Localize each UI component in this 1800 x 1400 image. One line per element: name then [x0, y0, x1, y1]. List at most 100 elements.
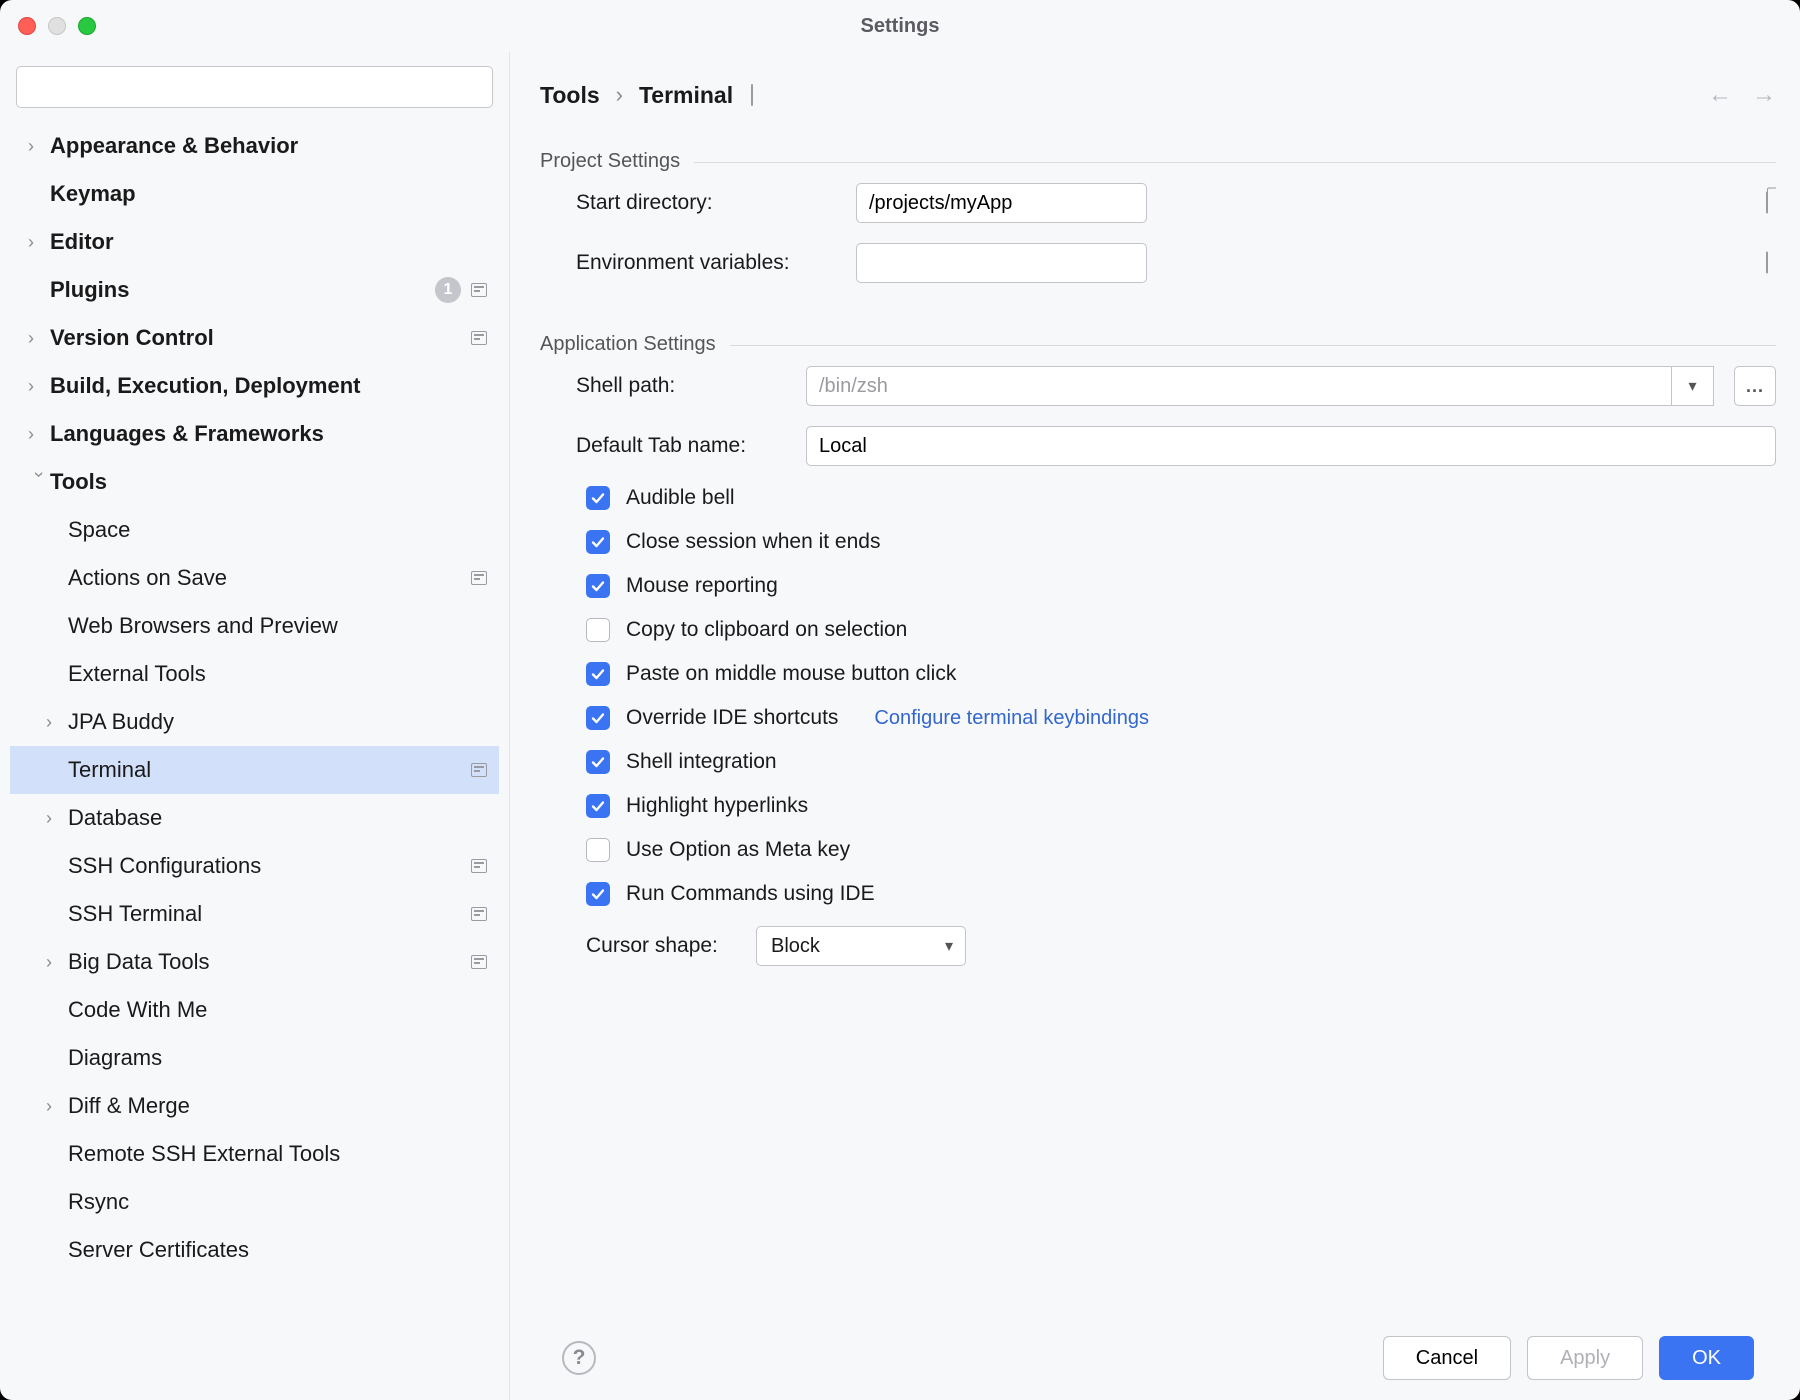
checkbox-row-shell-integration: Shell integration	[540, 740, 1776, 784]
checkbox-label: Close session when it ends	[626, 530, 880, 554]
checkbox-label: Highlight hyperlinks	[626, 794, 808, 818]
checkbox-label: Shell integration	[626, 750, 777, 774]
checkbox-shell-integration[interactable]	[586, 750, 610, 774]
chevron-right-icon: ›	[28, 232, 50, 253]
shell-path-dropdown[interactable]: ▾	[1672, 366, 1714, 406]
browse-button[interactable]: ...	[1734, 366, 1776, 406]
sidebar-item-plugins[interactable]: Plugins1	[10, 266, 499, 314]
sidebar: ›Appearance & Behavior Keymap ›Editor Pl…	[0, 52, 510, 1400]
window-title: Settings	[0, 15, 1800, 38]
sidebar-item-web-browsers[interactable]: Web Browsers and Preview	[10, 602, 499, 650]
breadcrumb-leaf: Terminal	[639, 82, 733, 109]
sidebar-item-diff-merge[interactable]: ›Diff & Merge	[10, 1082, 499, 1130]
sidebar-item-ssh-terminal[interactable]: SSH Terminal	[10, 890, 499, 938]
cursor-shape-select[interactable]: Block	[756, 926, 966, 966]
shell-path-input[interactable]	[806, 366, 1672, 406]
sidebar-item-rsync[interactable]: Rsync	[10, 1178, 499, 1226]
sidebar-item-space[interactable]: Space	[10, 506, 499, 554]
sidebar-item-external-tools[interactable]: External Tools	[10, 650, 499, 698]
checkbox-highlight-links[interactable]	[586, 794, 610, 818]
checkbox-label: Run Commands using IDE	[626, 882, 875, 906]
checkbox-audible-bell[interactable]	[586, 486, 610, 510]
checkbox-close-session[interactable]	[586, 530, 610, 554]
checkbox-run-ide[interactable]	[586, 882, 610, 906]
checkbox-label: Paste on middle mouse button click	[626, 662, 956, 686]
ok-button[interactable]: OK	[1659, 1336, 1754, 1380]
cancel-button[interactable]: Cancel	[1383, 1336, 1511, 1380]
checkbox-copy-clipboard[interactable]	[586, 618, 610, 642]
shell-path-label: Shell path:	[576, 374, 806, 398]
sidebar-item-tools[interactable]: ›Tools	[10, 458, 499, 506]
sidebar-item-version-control[interactable]: ›Version Control	[10, 314, 499, 362]
start-directory-input[interactable]	[856, 183, 1147, 223]
env-vars-input[interactable]	[856, 243, 1147, 283]
folder-icon[interactable]	[1766, 193, 1768, 214]
checkbox-row-highlight-links: Highlight hyperlinks	[540, 784, 1776, 828]
sidebar-item-editor[interactable]: ›Editor	[10, 218, 499, 266]
help-button[interactable]: ?	[562, 1341, 596, 1375]
project-indicator-icon	[471, 955, 487, 969]
sidebar-item-ssh-config[interactable]: SSH Configurations	[10, 842, 499, 890]
checkbox-row-copy-clipboard: Copy to clipboard on selection	[540, 608, 1776, 652]
project-indicator-icon	[471, 331, 487, 345]
chevron-right-icon: ›	[46, 712, 68, 733]
sidebar-item-keymap[interactable]: Keymap	[10, 170, 499, 218]
breadcrumb: Tools › Terminal ← →	[540, 70, 1776, 120]
sidebar-item-diagrams[interactable]: Diagrams	[10, 1034, 499, 1082]
settings-window: Settings ›Appearance & Behavior Keymap ›…	[0, 0, 1800, 1400]
chevron-right-icon: ›	[46, 1096, 68, 1117]
checkbox-label: Use Option as Meta key	[626, 838, 850, 862]
chevron-down-icon: ›	[29, 471, 50, 493]
cursor-shape-label: Cursor shape:	[586, 934, 756, 958]
default-tab-name-label: Default Tab name:	[576, 434, 806, 458]
chevron-right-icon: ›	[46, 808, 68, 829]
sidebar-item-remote-ssh[interactable]: Remote SSH External Tools	[10, 1130, 499, 1178]
sidebar-item-server-certs[interactable]: Server Certificates	[10, 1226, 499, 1274]
chevron-right-icon: ›	[28, 376, 50, 397]
chevron-right-icon: ›	[46, 952, 68, 973]
chevron-right-icon: ›	[28, 328, 50, 349]
configure-keybindings-link[interactable]: Configure terminal keybindings	[874, 707, 1149, 730]
list-icon[interactable]	[1766, 253, 1768, 274]
sidebar-item-appearance[interactable]: ›Appearance & Behavior	[10, 122, 499, 170]
chevron-right-icon: ›	[616, 82, 623, 108]
nav-back-icon[interactable]: ←	[1708, 81, 1732, 109]
sidebar-item-actions-on-save[interactable]: Actions on Save	[10, 554, 499, 602]
sidebar-item-big-data[interactable]: ›Big Data Tools	[10, 938, 499, 986]
checkbox-override-ide[interactable]	[586, 706, 610, 730]
project-indicator-icon	[471, 907, 487, 921]
breadcrumb-root[interactable]: Tools	[540, 82, 600, 109]
sidebar-item-languages[interactable]: ›Languages & Frameworks	[10, 410, 499, 458]
checkbox-label: Override IDE shortcuts	[626, 706, 838, 730]
nav-forward-icon[interactable]: →	[1752, 81, 1776, 109]
update-badge: 1	[435, 277, 461, 303]
env-vars-label: Environment variables:	[576, 251, 856, 275]
footer: ? Cancel Apply OK	[540, 1316, 1776, 1400]
chevron-right-icon: ›	[28, 424, 50, 445]
project-indicator-icon	[471, 571, 487, 585]
sidebar-item-terminal[interactable]: Terminal	[10, 746, 499, 794]
checkbox-label: Mouse reporting	[626, 574, 778, 598]
project-settings-legend: Project Settings	[540, 150, 694, 173]
titlebar: Settings	[0, 0, 1800, 52]
search-input[interactable]	[16, 66, 493, 108]
main-panel: Tools › Terminal ← → Project Settings St…	[510, 52, 1800, 1400]
application-settings-legend: Application Settings	[540, 333, 730, 356]
apply-button[interactable]: Apply	[1527, 1336, 1643, 1380]
project-indicator-icon	[471, 859, 487, 873]
checkbox-row-audible-bell: Audible bell	[540, 476, 1776, 520]
default-tab-name-input[interactable]	[806, 426, 1776, 466]
sidebar-item-build[interactable]: ›Build, Execution, Deployment	[10, 362, 499, 410]
checkbox-row-mouse-reporting: Mouse reporting	[540, 564, 1776, 608]
project-indicator-icon	[751, 84, 753, 106]
sidebar-item-code-with-me[interactable]: Code With Me	[10, 986, 499, 1034]
sidebar-item-database[interactable]: ›Database	[10, 794, 499, 842]
checkbox-label: Audible bell	[626, 486, 735, 510]
checkbox-paste-middle[interactable]	[586, 662, 610, 686]
sidebar-item-jpa-buddy[interactable]: ›JPA Buddy	[10, 698, 499, 746]
checkbox-row-override-ide: Override IDE shortcuts Configure terminal…	[540, 696, 1776, 740]
checkbox-mouse-reporting[interactable]	[586, 574, 610, 598]
checkbox-option-meta[interactable]	[586, 838, 610, 862]
settings-tree: ›Appearance & Behavior Keymap ›Editor Pl…	[10, 122, 499, 1400]
checkbox-row-option-meta: Use Option as Meta key	[540, 828, 1776, 872]
